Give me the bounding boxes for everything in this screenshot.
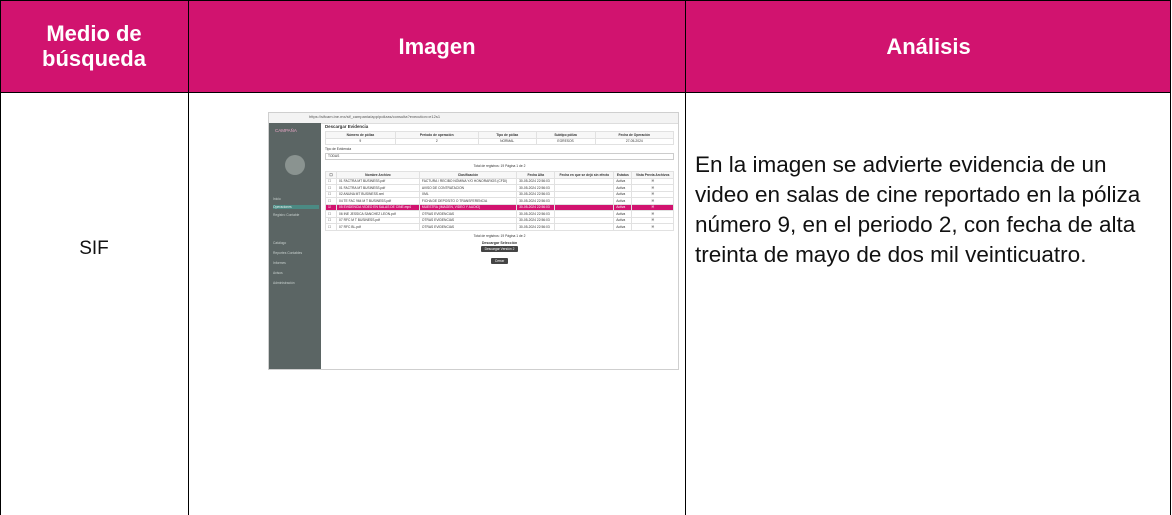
download-title: Descargar Selección (481, 241, 518, 246)
app-brand: CAMPAÑA (275, 128, 297, 133)
sidebar-item[interactable]: Reportes Contables (273, 251, 319, 255)
sidebar-item[interactable]: Registro Contable (273, 213, 319, 217)
analysis-text: En la imagen se advierte evidencia de un… (695, 152, 1141, 267)
sidebar-item[interactable]: Administración (273, 281, 319, 285)
app-sidebar: CAMPAÑA Inicio Operaciones Registro Cont… (269, 123, 321, 369)
summary-value: EGRESOS (535, 137, 596, 146)
summary-table: Número de póliza Periodo de operación Ti… (325, 131, 675, 146)
sidebar-item[interactable]: Inicio (273, 197, 319, 201)
evidence-table: ☐ Nombre Archivo Clasificación Fecha Alt… (325, 171, 674, 231)
browser-bar: https://sifcam.ine.mx/sif_campania/app/p… (269, 113, 678, 124)
pager-bottom[interactable]: Total de registros: 19 Página 1 de 2 (325, 234, 674, 238)
summary-value: 27-05-2024 (594, 137, 675, 146)
close-wrap: Cerrar (325, 257, 674, 265)
table-cell: 07 RFC BL.pdf (336, 223, 420, 231)
tipo-select[interactable]: TODAS (325, 152, 674, 160)
table-cell: OTRAS EVIDENCIAS (418, 223, 518, 231)
app-logo-icon (285, 155, 305, 175)
cell-medio: SIF (0, 92, 188, 515)
evidence-rows: ☐ 01 FACTRA MT BUSINESS.pdf FACTURA / RECI… (325, 177, 674, 231)
header-medio: Medio de búsqueda (0, 0, 188, 92)
border-col2 (685, 0, 686, 515)
sidebar-item[interactable]: Catálogo (273, 241, 319, 245)
header-medio-text: Medio de búsqueda (42, 21, 146, 71)
sidebar-item[interactable]: Avisos (273, 271, 319, 275)
summary-value: 2 (394, 137, 479, 146)
download-section: Descargar Selección Descargar Versión 2 (470, 241, 530, 252)
download-button[interactable]: Descargar Versión 2 (480, 245, 519, 252)
header-imagen: Imagen (189, 0, 685, 92)
app-main: Descargar Evidencia Número de póliza Per… (325, 124, 675, 265)
summary-value: 9 (325, 137, 396, 146)
header-imagen-text: Imagen (398, 33, 476, 59)
border-right (1170, 0, 1171, 515)
browser-url: https://sifcam.ine.mx/sif_campania/app/p… (309, 114, 441, 119)
summary-value: NORMAL (477, 137, 537, 146)
border-top (0, 0, 1171, 1)
table-cell: Activa (613, 223, 633, 231)
sidebar-item[interactable]: Operaciones (273, 205, 319, 210)
evidence-title: Descargar Evidencia (325, 124, 369, 129)
header-analisis: Análisis (686, 0, 1171, 92)
header-analisis-text: Análisis (886, 33, 971, 59)
sidebar-item[interactable]: Informes (273, 261, 319, 265)
evidence-screenshot: https://sifcam.ine.mx/sif_campania/app/p… (268, 112, 679, 370)
border-left (0, 0, 1, 515)
preview-icon[interactable]: 🗎 (631, 223, 674, 231)
border-col1 (188, 0, 189, 515)
table-cell: 30-05-2024 22:56:03 (516, 223, 556, 231)
cell-analisis: En la imagen se advierte evidencia de un… (686, 92, 1171, 515)
medio-value: SIF (79, 238, 109, 259)
close-button[interactable]: Cerrar (490, 257, 509, 265)
row-checkbox[interactable]: ☐ (325, 223, 337, 231)
tipo-label: Tipo de Evidencia (325, 147, 352, 152)
table-row[interactable]: ☐ 07 RFC BL.pdf OTRAS EVIDENCIAS 30-05-2024… (325, 223, 674, 231)
pager-top[interactable]: Total de registros: 19 Página 1 de 2 (325, 164, 674, 168)
border-header (0, 92, 1171, 93)
table-cell (554, 223, 615, 231)
